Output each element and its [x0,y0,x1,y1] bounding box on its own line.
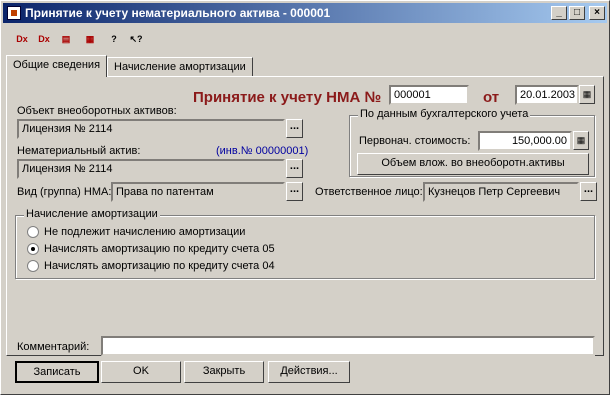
radio-label: Начислять амортизацию по кредиту счета 0… [44,260,275,272]
responsible-select-button[interactable]: ... [580,182,597,201]
responsible-field[interactable]: Кузнецов Петр Сергеевич [423,182,579,202]
cost-field[interactable]: 150,000.00 [478,131,572,151]
comment-field[interactable] [101,336,595,356]
doc-list-icon[interactable]: ▦ [81,31,99,49]
radio-label: Начислять амортизацию по кредиту счета 0… [44,243,275,255]
save-button[interactable]: Записать [15,361,99,383]
comment-label: Комментарий: [17,341,90,353]
actions-button[interactable]: Действия... [268,361,350,383]
radio-button[interactable] [27,226,39,239]
calendar-icon[interactable]: ▦ [579,85,595,104]
delete-doc-icon[interactable]: Dx [13,31,31,49]
radio-no-amortization[interactable]: Не подлежит начислению амортизации [27,226,246,239]
ok-button[interactable]: OK [101,361,181,383]
nma-select-button[interactable]: ... [286,159,303,178]
date-label: от [483,89,500,106]
doc-date-field[interactable]: 20.01.2003 [515,85,579,105]
delete-mark-icon[interactable]: Dx [35,31,53,49]
title-bar[interactable]: Принятие к учету нематериального актива … [3,3,607,23]
radio-label: Не подлежит начислению амортизации [44,226,246,238]
investments-button[interactable]: Объем влож. во внеоборотн.активы [357,153,589,175]
close-button[interactable]: × [589,6,605,20]
kind-field[interactable]: Права по патентам [111,182,285,202]
document-window: Принятие к учету нематериального актива … [0,0,610,395]
maximize-button[interactable]: □ [569,6,585,20]
minimize-button[interactable]: _ [551,6,567,20]
cost-label: Первонач. стоимость: [359,135,471,147]
radio-account-05[interactable]: Начислять амортизацию по кредиту счета 0… [27,243,275,256]
responsible-label: Ответственное лицо: [315,186,423,198]
calculator-icon[interactable]: ▦ [573,131,589,150]
radio-button-selected[interactable] [27,243,39,256]
amortization-group-title: Начисление амортизации [24,208,160,220]
nma-field[interactable]: Лицензия № 2114 [17,159,285,179]
app-icon [7,6,21,20]
kind-label: Вид (группа) НМА: [17,186,112,198]
accounting-group-title: По данным бухгалтерского учета [358,108,531,120]
radio-account-04[interactable]: Начислять амортизацию по кредиту счета 0… [27,260,275,273]
tab-amortization[interactable]: Начисление амортизации [107,57,253,76]
nma-label: Нематериальный актив: [17,145,141,157]
pointer-help-icon[interactable]: ↖? [127,31,145,49]
close-form-button[interactable]: Закрыть [184,361,264,383]
page-title: Принятие к учету НМА № [193,89,382,106]
doc-edit-icon[interactable]: ▤ [57,31,75,49]
radio-button[interactable] [27,260,39,273]
window-title: Принятие к учету нематериального актива … [25,6,331,20]
asset-field[interactable]: Лицензия № 2114 [17,119,285,139]
asset-select-button[interactable]: ... [286,119,303,138]
inventory-number: (инв.№ 00000001) [216,145,309,157]
help-icon[interactable]: ? [105,31,123,49]
tab-general[interactable]: Общие сведения [6,55,108,77]
kind-select-button[interactable]: ... [286,182,303,201]
doc-number-field[interactable]: 000001 [389,85,469,105]
asset-label: Объект внеоборотных активов: [17,105,177,117]
